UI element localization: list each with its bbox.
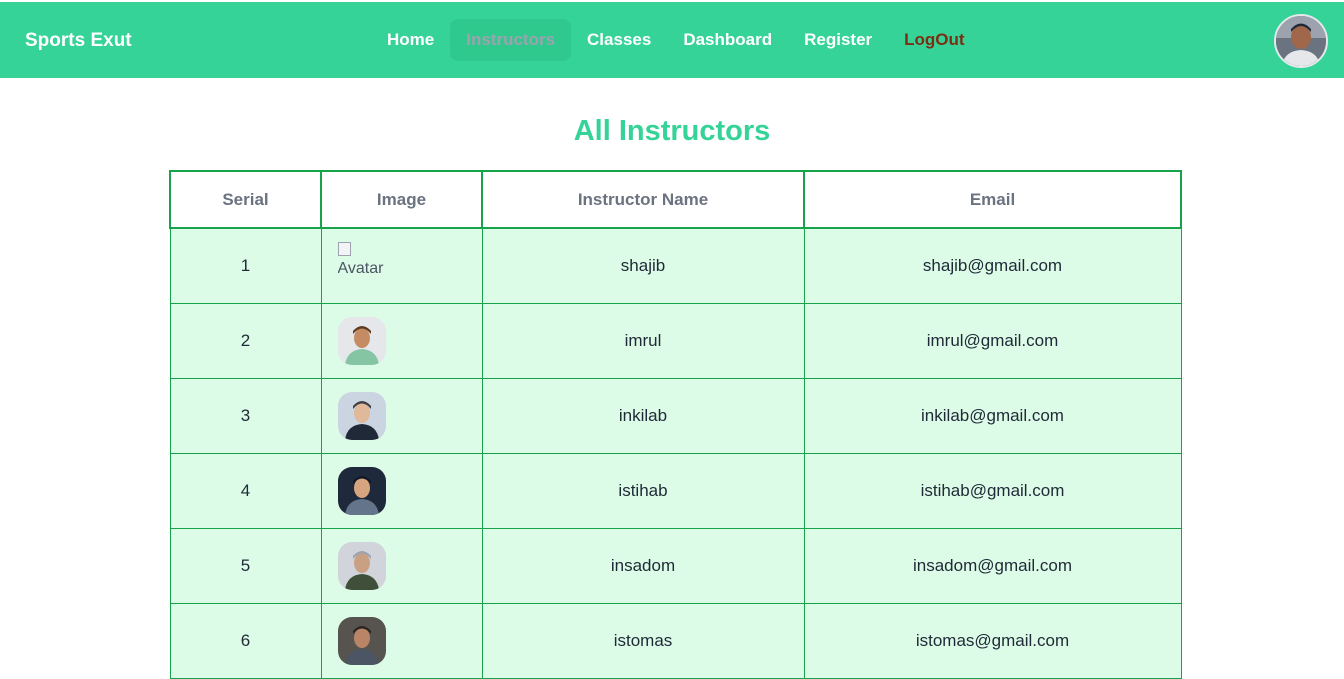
image-cell bbox=[320, 378, 483, 454]
instructor-avatar bbox=[337, 317, 386, 365]
instructor-name-cell: inkilab bbox=[481, 378, 805, 454]
column-header-image: Image bbox=[320, 170, 483, 229]
email-cell: shajib@gmail.com bbox=[803, 227, 1182, 304]
user-avatar[interactable] bbox=[1274, 14, 1328, 68]
column-header-name: Instructor Name bbox=[481, 170, 805, 229]
column-header-email: Email bbox=[803, 170, 1182, 229]
column-header-serial: Serial bbox=[169, 170, 322, 229]
instructor-avatar bbox=[337, 467, 386, 515]
table-row: 5 insadom insadom@gmail.com bbox=[169, 528, 1182, 604]
brand-logo-text[interactable]: Sports Exut bbox=[25, 2, 132, 80]
instructor-avatar bbox=[337, 617, 386, 665]
user-avatar-icon bbox=[1276, 16, 1326, 66]
table-row: 6 istomas istomas@gmail.com bbox=[169, 603, 1182, 679]
table-row: 2 imrul imrul@gmail.com bbox=[169, 303, 1182, 379]
serial-cell: 3 bbox=[169, 378, 322, 454]
instructor-name-cell: imrul bbox=[481, 303, 805, 379]
page-title: All Instructors bbox=[573, 115, 771, 148]
instructor-name-cell: insadom bbox=[481, 528, 805, 604]
table-row: 3 inkilab inkilab@gmail.com bbox=[169, 378, 1182, 454]
table-row: 1 Avatar shajib shajib@gmail.com bbox=[169, 227, 1182, 304]
serial-cell: 4 bbox=[169, 453, 322, 529]
image-alt-text: Avatar bbox=[337, 260, 384, 277]
image-cell bbox=[320, 453, 483, 529]
serial-cell: 5 bbox=[169, 528, 322, 604]
image-cell bbox=[320, 603, 483, 679]
table-header-row: Serial Image Instructor Name Email bbox=[169, 170, 1182, 229]
email-cell: inkilab@gmail.com bbox=[803, 378, 1182, 454]
nav-item-home[interactable]: Home bbox=[371, 19, 450, 61]
nav-item-dashboard[interactable]: Dashboard bbox=[667, 19, 788, 61]
serial-cell: 2 bbox=[169, 303, 322, 379]
instructor-avatar bbox=[337, 392, 386, 440]
top-navbar: Sports Exut Home Instructors Classes Dashbo… bbox=[0, 0, 1344, 78]
table-row: 4 istihab istihab@gmail.com bbox=[169, 453, 1182, 529]
email-cell: istomas@gmail.com bbox=[803, 603, 1182, 679]
main-nav: Home Instructors Classes Dashboard Register L… bbox=[371, 19, 981, 61]
instructor-name-cell: istomas bbox=[481, 603, 805, 679]
email-cell: istihab@gmail.com bbox=[803, 453, 1182, 529]
serial-cell: 1 bbox=[169, 227, 322, 304]
broken-image: Avatar bbox=[337, 242, 386, 290]
nav-item-logout[interactable]: LogOut bbox=[888, 19, 980, 61]
image-cell bbox=[320, 528, 483, 604]
instructors-table: Serial Image Instructor Name Email 1 Avat… bbox=[169, 170, 1182, 679]
instructor-avatar bbox=[337, 542, 386, 590]
serial-cell: 6 bbox=[169, 603, 322, 679]
image-cell: Avatar bbox=[320, 227, 483, 304]
email-cell: imrul@gmail.com bbox=[803, 303, 1182, 379]
instructor-name-cell: istihab bbox=[481, 453, 805, 529]
nav-item-register[interactable]: Register bbox=[788, 19, 888, 61]
image-cell bbox=[320, 303, 483, 379]
broken-image-icon bbox=[337, 242, 351, 256]
nav-item-instructors[interactable]: Instructors bbox=[450, 19, 572, 61]
email-cell: insadom@gmail.com bbox=[803, 528, 1182, 604]
nav-item-classes[interactable]: Classes bbox=[571, 19, 667, 61]
instructor-name-cell: shajib bbox=[481, 227, 805, 304]
